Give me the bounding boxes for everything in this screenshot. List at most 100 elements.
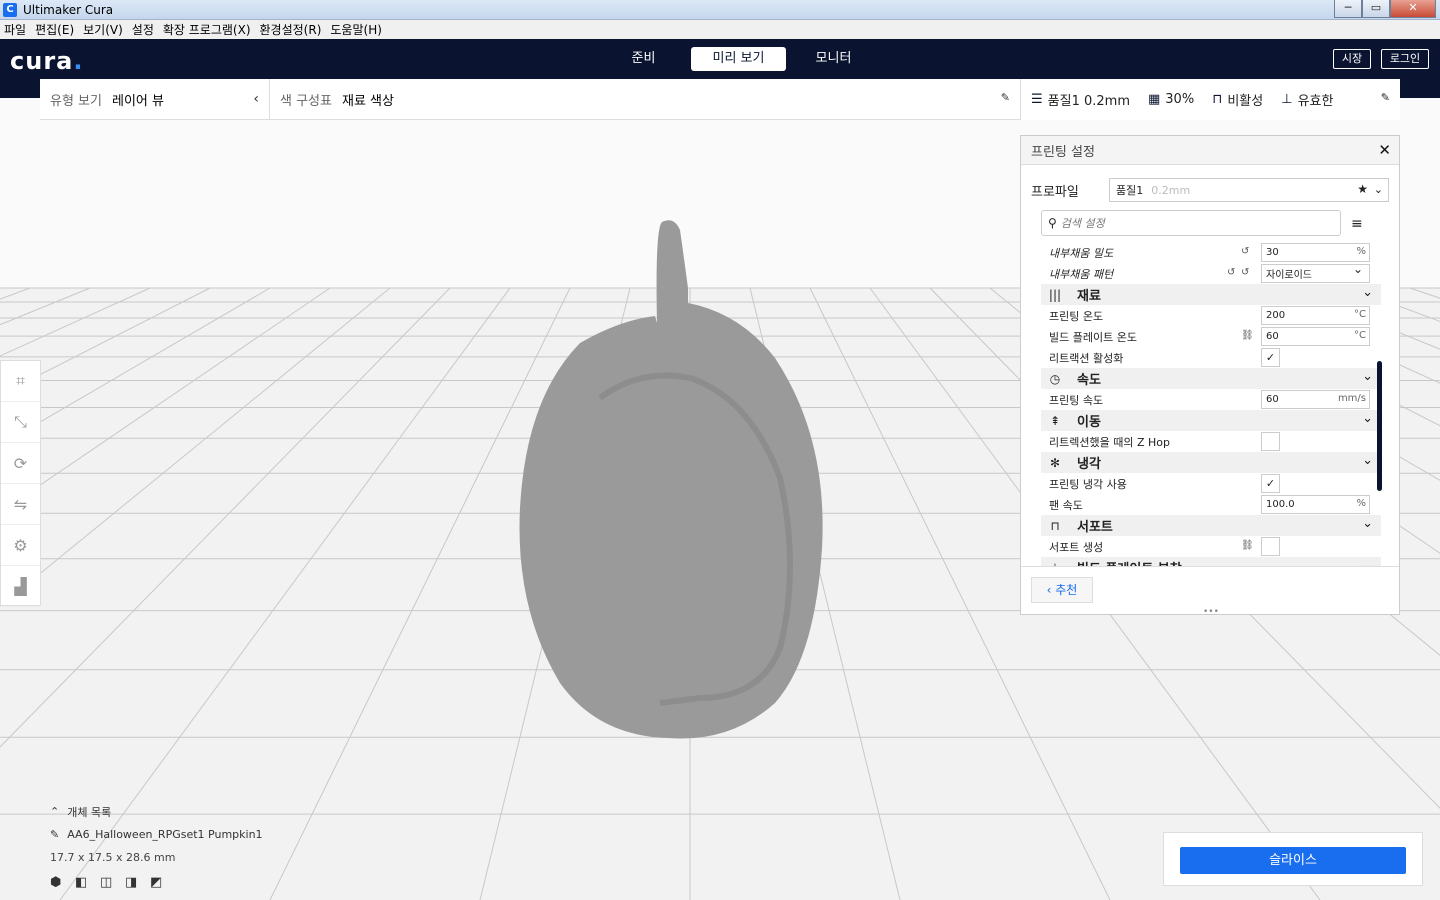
setting-name: 프린팅 온도: [1049, 309, 1104, 323]
close-icon[interactable]: ✕: [1378, 141, 1391, 159]
rotate-tool-icon[interactable]: ⟳: [1, 443, 40, 484]
mirror-tool-icon[interactable]: ⇋: [1, 484, 40, 525]
setting-row: 내부채움 밀도 30% ↺: [1041, 242, 1381, 263]
cura-app-icon: C: [3, 2, 17, 17]
chevron-down-icon[interactable]: ⌄: [1362, 516, 1373, 531]
chevron-down-icon[interactable]: ⌄: [1362, 369, 1373, 384]
menu-preferences[interactable]: 환경설정(R): [260, 21, 322, 38]
settings-category[interactable]: ✻ 냉각 ⌄: [1041, 452, 1381, 473]
setting-name: 빌드 플레이트 온도: [1049, 330, 1137, 344]
print-setup-bar[interactable]: ☰ 품질1 0.2mm ▦ 30% ⊓ 비활성 ⊥ 유효한 ✎: [1020, 79, 1400, 120]
menu-help[interactable]: 도움말(H): [330, 21, 382, 38]
settings-category[interactable]: ⇞ 이동 ⌄: [1041, 410, 1381, 431]
front-view-icon[interactable]: ◧: [75, 875, 100, 890]
setting-name: 리트랙션 활성화: [1049, 351, 1124, 365]
object-name-row[interactable]: ✎ AA6_Halloween_RPGset1 Pumpkin1: [50, 823, 350, 846]
tab-preview[interactable]: 미리 보기: [691, 47, 786, 71]
infill-icon: ▦: [1147, 92, 1161, 107]
menu-view[interactable]: 보기(V): [83, 21, 123, 38]
setting-value: 60: [1266, 331, 1279, 342]
setting-value: 100.0: [1266, 499, 1295, 510]
color-scheme-selector[interactable]: 색 구성표 재료 색상 ✎: [270, 79, 1020, 119]
top-view-icon[interactable]: ◫: [100, 875, 125, 890]
left-view-icon[interactable]: ◨: [125, 875, 150, 890]
settings-category[interactable]: ||| 재료 ⌄: [1041, 284, 1381, 305]
setting-value: 30: [1266, 247, 1279, 258]
right-view-icon[interactable]: ◩: [150, 875, 175, 890]
window-controls: ─ ▭ ✕: [1334, 0, 1436, 18]
link-icon[interactable]: ⛓: [1241, 540, 1254, 551]
reset-icon[interactable]: ↺: [1241, 246, 1249, 257]
recommended-button[interactable]: ‹ 추천: [1031, 577, 1093, 603]
category-icon: ⇞: [1049, 413, 1061, 428]
reset-icon[interactable]: ↺: [1241, 267, 1249, 278]
setting-dropdown[interactable]: 자이로이드: [1261, 262, 1370, 283]
setting-checkbox[interactable]: ✓: [1261, 348, 1280, 367]
close-window-button[interactable]: ✕: [1390, 0, 1436, 18]
setting-value: 60: [1266, 394, 1279, 405]
print-settings-title: 프린팅 설정: [1031, 144, 1095, 160]
tab-prepare[interactable]: 준비: [596, 47, 691, 71]
pencil-icon[interactable]: ✎: [1001, 91, 1010, 104]
pencil-icon[interactable]: ✎: [1381, 91, 1390, 104]
search-input[interactable]: [1060, 216, 1321, 230]
menu-icon[interactable]: ≡: [1351, 216, 1363, 232]
infill-summary[interactable]: ▦ 30%: [1148, 92, 1194, 107]
link-icon[interactable]: ⛓: [1241, 330, 1254, 341]
color-scheme-value: 재료 색상: [341, 93, 394, 109]
menu-extensions[interactable]: 확장 프로그램(X): [163, 21, 251, 38]
profile-dropdown[interactable]: 품질1 0.2mm ★ ⌄: [1109, 178, 1389, 202]
adhesion-summary[interactable]: ⊥ 유효한: [1281, 90, 1333, 109]
support-summary[interactable]: ⊓ 비활성: [1212, 90, 1263, 109]
setting-row: 리트랙션 활성화 ✓: [1041, 347, 1381, 368]
profile-summary[interactable]: ☰ 품질1 0.2mm: [1031, 90, 1130, 109]
setting-input[interactable]: 60 °C: [1261, 327, 1370, 346]
setting-name: 내부채움 밀도: [1049, 246, 1114, 260]
setting-checkbox[interactable]: [1261, 432, 1280, 451]
chevron-down-icon[interactable]: ⌄: [1362, 411, 1373, 426]
resize-grip-icon[interactable]: •••: [1203, 607, 1219, 617]
reset-icon[interactable]: ↺: [1227, 267, 1235, 278]
tool-bar: ⌗ ⤡ ⟳ ⇋ ⚙ ▟: [0, 360, 41, 607]
setting-input[interactable]: 200 °C: [1261, 306, 1370, 325]
setting-name: 프린팅 냉각 사용: [1049, 477, 1127, 491]
star-icon[interactable]: ★: [1357, 182, 1368, 196]
view-type-selector[interactable]: 유형 보기 레이어 뷰 ‹: [40, 79, 270, 119]
setting-input[interactable]: 60 mm/s: [1261, 390, 1370, 409]
scale-tool-icon[interactable]: ⤡: [1, 402, 40, 443]
tab-monitor[interactable]: 모니터: [786, 47, 881, 71]
menubar: 파일 편집(E) 보기(V) 설정 확장 프로그램(X) 환경설정(R) 도움말…: [0, 20, 1440, 39]
object-list-toggle[interactable]: ⌃ 개체 목록: [50, 800, 350, 823]
setting-row: 프린팅 온도 200 °C: [1041, 305, 1381, 326]
setting-row: 프린팅 속도 60 mm/s: [1041, 389, 1381, 410]
per-model-settings-icon[interactable]: ⚙: [1, 525, 40, 566]
settings-scrollbar[interactable]: [1377, 361, 1382, 491]
marketplace-button[interactable]: 시장: [1333, 49, 1371, 69]
setting-checkbox[interactable]: [1261, 537, 1280, 556]
slice-button[interactable]: 슬라이스: [1180, 847, 1406, 874]
search-settings[interactable]: ⚲: [1041, 210, 1341, 236]
setting-checkbox[interactable]: ✓: [1261, 474, 1280, 493]
menu-settings[interactable]: 설정: [132, 21, 154, 38]
support-blocker-icon[interactable]: ▟: [1, 566, 40, 607]
settings-category[interactable]: ◷ 속도 ⌄: [1041, 368, 1381, 389]
profile-label: 프로파일: [1031, 184, 1079, 200]
category-name: 재료: [1077, 289, 1101, 304]
setting-unit: %: [1356, 498, 1366, 509]
login-button[interactable]: 로그인: [1381, 49, 1429, 69]
3d-view-icon[interactable]: ⬢: [50, 875, 75, 890]
settings-list[interactable]: 내부채움 밀도 30% ↺ 내부채움 패턴 자이로이드 ↺ ↺ ||| 재료 ⌄ 프린팅 온도 200…: [1041, 242, 1381, 567]
setting-row: 리트렉션했을 때의 Z Hop: [1041, 431, 1381, 452]
menu-edit[interactable]: 편집(E): [35, 21, 74, 38]
print-settings-header: 프린팅 설정 ✕: [1021, 136, 1399, 165]
settings-category[interactable]: ⊓ 서포트 ⌄: [1041, 515, 1381, 536]
chevron-left-icon[interactable]: ‹: [253, 91, 259, 107]
minimize-button[interactable]: ─: [1334, 0, 1362, 18]
move-tool-icon[interactable]: ⌗: [1, 361, 40, 402]
setting-input[interactable]: 100.0%: [1261, 495, 1370, 514]
maximize-button[interactable]: ▭: [1362, 0, 1390, 18]
chevron-down-icon[interactable]: ⌄: [1362, 453, 1373, 468]
setting-input[interactable]: 30%: [1261, 243, 1370, 262]
menu-file[interactable]: 파일: [4, 21, 26, 38]
chevron-down-icon[interactable]: ⌄: [1362, 285, 1373, 300]
